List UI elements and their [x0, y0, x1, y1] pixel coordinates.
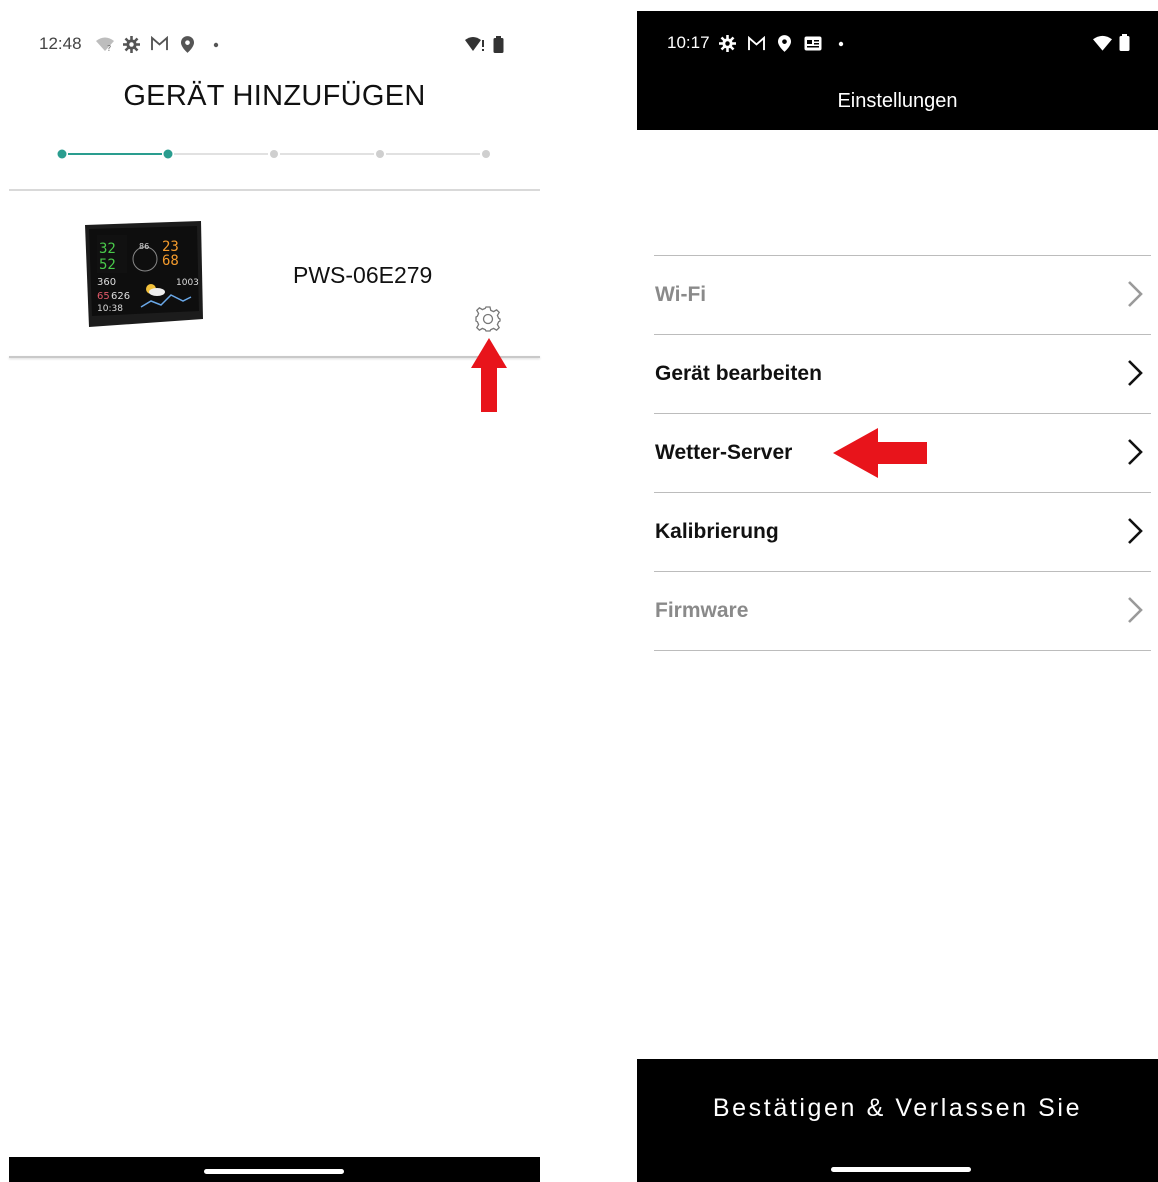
confirm-exit-button[interactable]: Bestätigen & Verlassen Sie: [637, 1059, 1158, 1159]
status-time: 12:48: [39, 34, 82, 53]
svg-text:1003: 1003: [176, 278, 199, 288]
svg-text:68: 68: [162, 253, 179, 269]
navigation-bar: [9, 1157, 540, 1182]
gmail-icon: [151, 36, 168, 51]
weather-station-image: 32 52 86 23 68 360 65 626 10:38 1003: [85, 221, 203, 327]
add-device-screen: 12:48 ? GERÄT HINZUFÜGEN 32 52 86 23 68 …: [9, 0, 540, 1182]
annotation-arrow-left-icon: [833, 428, 927, 478]
settings-gear-icon: [123, 36, 140, 53]
settings-screen: 10:17 Einstellungen Wi-Fi Gerät bearbeit…: [637, 11, 1158, 1182]
svg-text:10:38: 10:38: [97, 304, 123, 314]
svg-text:52: 52: [99, 257, 116, 273]
svg-text:626: 626: [111, 291, 130, 302]
menu-item-label: Kalibrierung: [655, 520, 779, 543]
annotation-arrow-up-icon: [471, 338, 507, 412]
app-header: 10:17 Einstellungen: [637, 11, 1158, 130]
svg-text:?: ?: [107, 44, 111, 52]
gmail-icon: [748, 36, 765, 51]
news-card-icon: [804, 36, 822, 51]
menu-item-firmware[interactable]: Firmware: [654, 571, 1151, 651]
progress-stepper: [9, 140, 540, 170]
location-pin-icon: [181, 36, 194, 53]
settings-gear-icon[interactable]: [474, 305, 502, 333]
menu-item-wi-fi[interactable]: Wi-Fi: [654, 255, 1151, 334]
stepper-dot: [163, 149, 173, 159]
menu-item-label: Gerät bearbeiten: [655, 362, 822, 385]
footer: Bestätigen & Verlassen Sie: [637, 1059, 1158, 1182]
battery-icon: [493, 36, 504, 53]
wifi-alert-icon: [465, 37, 484, 51]
chevron-right-icon: [1128, 518, 1143, 544]
svg-text:32: 32: [99, 241, 116, 257]
stepper-dot: [270, 150, 278, 158]
svg-text:360: 360: [97, 277, 116, 288]
battery-icon: [1119, 34, 1130, 51]
home-handle[interactable]: [831, 1167, 971, 1172]
chevron-right-icon: [1128, 439, 1143, 465]
menu-item-label: Wetter-Server: [655, 441, 793, 464]
divider: [9, 356, 540, 358]
chevron-right-icon: [1128, 597, 1143, 623]
notification-dot-icon: [838, 41, 844, 47]
home-handle[interactable]: [204, 1169, 344, 1174]
settings-gear-icon: [719, 35, 736, 52]
menu-item-label: Wi-Fi: [655, 283, 707, 306]
menu-item-label: Firmware: [655, 599, 749, 622]
status-time: 10:17: [667, 33, 710, 52]
menu-item-kalibrierung[interactable]: Kalibrierung: [654, 492, 1151, 571]
svg-text:65: 65: [97, 291, 110, 302]
location-pin-icon: [778, 35, 791, 52]
notification-dot-icon: [213, 42, 219, 48]
wifi-question-icon: ?: [96, 37, 114, 52]
stepper-dot: [57, 149, 67, 159]
wifi-icon: [1093, 35, 1112, 51]
page-title: Einstellungen: [837, 90, 958, 112]
device-name: PWS-06E279: [293, 262, 433, 288]
chevron-right-icon: [1128, 281, 1143, 307]
status-bar: 12:48 ?: [9, 26, 540, 62]
device-card[interactable]: 32 52 86 23 68 360 65 626 10:38 1003 PWS…: [9, 191, 540, 357]
page-title: GERÄT HINZUFÜGEN: [123, 80, 426, 112]
stepper-dot: [376, 150, 384, 158]
chevron-right-icon: [1128, 360, 1143, 386]
svg-text:86: 86: [139, 242, 149, 251]
stepper-track: [57, 149, 490, 159]
stepper-dot: [482, 150, 490, 158]
menu-item-gerät-bearbeiten[interactable]: Gerät bearbeiten: [654, 334, 1151, 413]
